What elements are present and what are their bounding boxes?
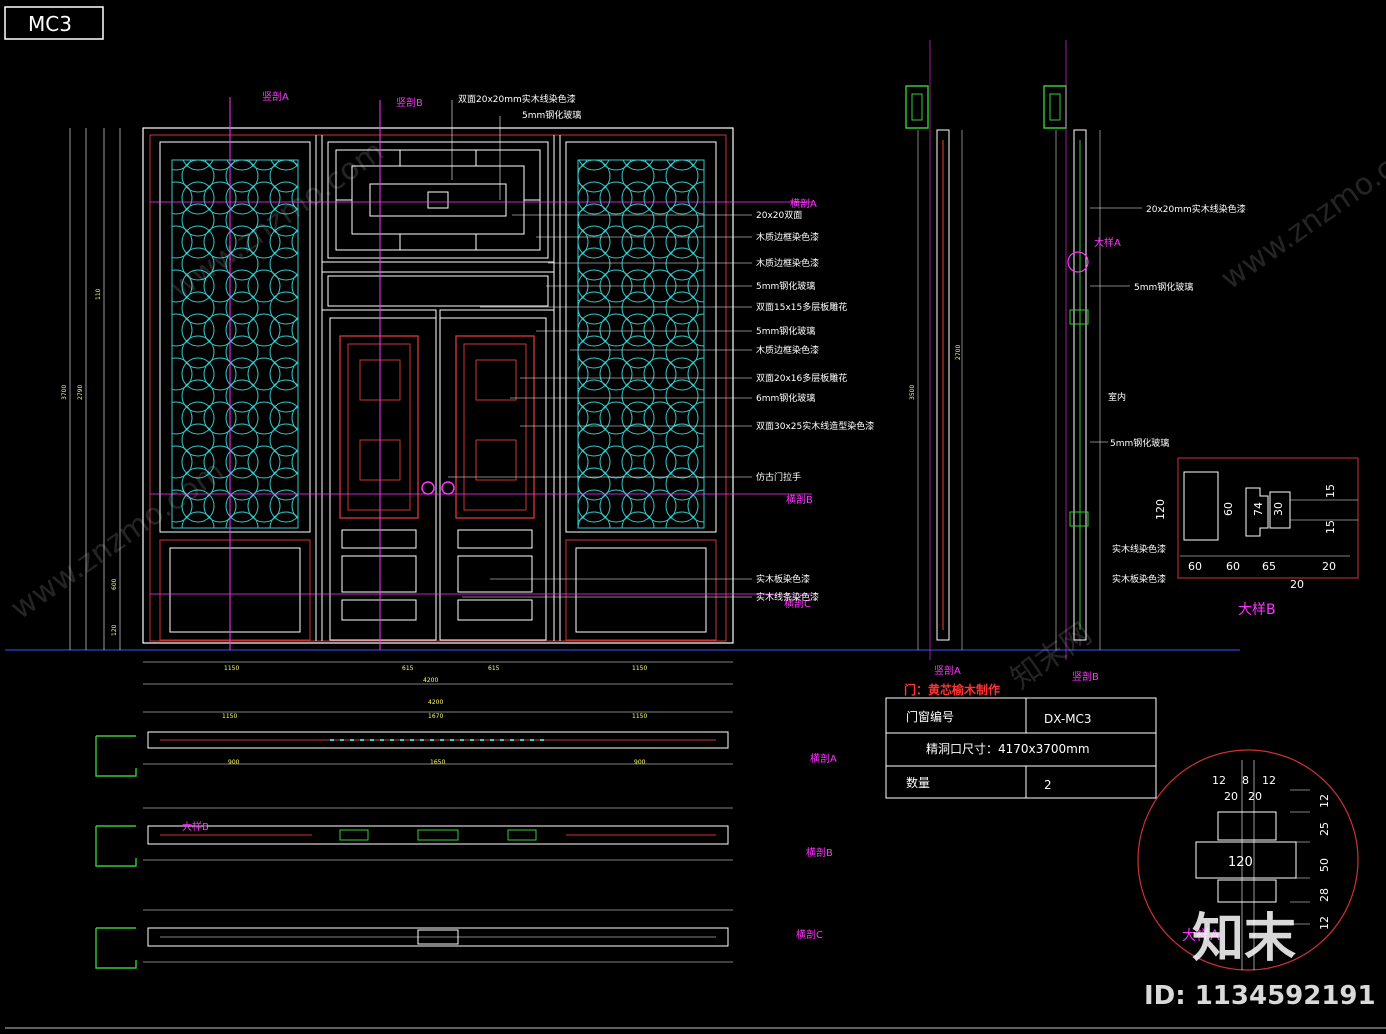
- table-row-2-value: 2: [1044, 778, 1052, 792]
- table-row-1-label: 精洞口尺寸：4170x3700mm: [926, 742, 1090, 756]
- detail-b-dim-mid-2: 30: [1272, 502, 1285, 516]
- detail-a-top2-0: 20: [1224, 790, 1238, 803]
- callout-right-6: 木质边框染色漆: [756, 344, 819, 356]
- dim-overall-width: 4200: [423, 677, 438, 684]
- detail-b-dim-right-1: 15: [1324, 520, 1337, 534]
- callout-right-7: 双面20x16多层板雕花: [756, 372, 847, 384]
- detail-a-center: 120: [1228, 855, 1253, 870]
- dim-left-seg-2: 600: [111, 578, 118, 590]
- sec-glass-2: 5mm钢化玻璃: [1110, 437, 1169, 449]
- callout-right-9: 双面30x25实木线造型染色漆: [756, 420, 874, 432]
- detail-b-dim-bottom2: 20: [1290, 578, 1304, 591]
- mark-horizontal-a: 横剖A: [790, 197, 817, 210]
- dim-seg-0: 1150: [224, 665, 239, 672]
- detail-b-label: 大样B: [1238, 602, 1276, 618]
- detail-a-top2-1: 20: [1248, 790, 1262, 803]
- detail-b-dim-mid-1: 74: [1252, 502, 1265, 516]
- door-handle-right: [441, 481, 455, 495]
- sec-glass-1: 5mm钢化玻璃: [1134, 281, 1193, 293]
- detail-b-dim-right-0: 15: [1324, 484, 1337, 498]
- plan-a-seg2-0: 900: [228, 759, 240, 766]
- mark-horizontal-b: 横剖B: [786, 493, 813, 506]
- callout-right-4: 双面15x15多层板雕花: [756, 301, 847, 313]
- table-row-0-value: DX-MC3: [1044, 712, 1092, 726]
- callout-right-11: 实木板染色漆: [756, 573, 810, 585]
- detail-b-dim-left: 120: [1154, 499, 1167, 520]
- callout-right-1: 木质边框染色漆: [756, 231, 819, 243]
- plan-section-b: [95, 807, 733, 867]
- sec-wood-line: 实木线染色漆: [1112, 543, 1166, 555]
- dim-seg-3: 1150: [632, 665, 647, 672]
- section-b-label: 竖剖B: [1072, 670, 1099, 683]
- vertical-section-b: [1043, 40, 1101, 660]
- sec-detail-a: 大样A: [1094, 236, 1121, 249]
- plan-a-seg-2: 1150: [632, 713, 647, 720]
- vertical-section-a: [905, 40, 963, 660]
- detail-a-top-2: 12: [1262, 774, 1276, 787]
- watermark-brand: 知末网: [1005, 616, 1099, 696]
- detail-b-dim-0: 60: [1188, 560, 1202, 573]
- dim-left-seg-1: 2790: [77, 385, 84, 400]
- dim-left-seg-0: 110: [95, 288, 102, 300]
- detail-a-right-1: 25: [1318, 822, 1331, 836]
- callout-top-1: 5mm钢化玻璃: [522, 109, 581, 121]
- detail-a-right-2: 50: [1318, 858, 1331, 872]
- plan-label-a: 横剖A: [810, 752, 837, 765]
- section-a-label: 竖剖A: [934, 664, 961, 677]
- table-row-0-label: 门窗编号: [906, 709, 954, 724]
- plan-section-a: [95, 711, 733, 777]
- watermark-logo: 知末: [1192, 909, 1296, 969]
- callout-right-12: 实木线条染色漆: [756, 591, 819, 603]
- front-elevation: [142, 97, 812, 650]
- detail-b-dim-mid-0: 60: [1222, 502, 1235, 516]
- plan-section-c: [95, 909, 733, 969]
- callout-right-3: 5mm钢化玻璃: [756, 280, 815, 292]
- sec-glass-frame: 20x20mm实木线染色漆: [1146, 203, 1246, 215]
- table-row-2-label: 数量: [906, 775, 930, 790]
- sec-wood-board: 实木板染色漆: [1112, 573, 1166, 585]
- callout-right-8: 6mm钢化玻璃: [756, 392, 815, 404]
- dim-section-total: 3500: [909, 385, 916, 400]
- dim-left-total: 3700: [61, 385, 68, 400]
- dim-seg-2: 615: [488, 665, 500, 672]
- detail-a-top-1: 8: [1242, 774, 1249, 787]
- cad-drawing: MC3 竖剖A 竖剖B 横剖A 横剖B 横剖C 双面20x20mm实木线染色漆 …: [4, 6, 1386, 1029]
- dim-seg-1: 615: [402, 665, 414, 672]
- material-note: 门：黄芯榆木制作: [904, 682, 1000, 697]
- plan-label-b: 横剖B: [806, 846, 833, 859]
- plan-a-seg-0: 1150: [222, 713, 237, 720]
- plan-a-seg2-1: 1650: [430, 759, 445, 766]
- plan-detail-b-tag: 大样B: [182, 820, 209, 833]
- mark-vertical-a: 竖剖A: [262, 90, 289, 103]
- callout-right-10: 仿古门拉手: [756, 471, 801, 483]
- detail-b-dim-1: 60: [1226, 560, 1240, 573]
- plan-a-overall: 4200: [428, 699, 443, 706]
- plan-label-c: 横剖C: [796, 928, 823, 941]
- sheet-title: MC3: [28, 12, 72, 36]
- plan-a-seg-1: 1670: [428, 713, 443, 720]
- detail-b-dim-2: 65: [1262, 560, 1276, 573]
- detail-a-right-4: 12: [1318, 916, 1331, 930]
- mark-vertical-b: 竖剖B: [396, 96, 423, 109]
- dim-left-seg-3: 120: [111, 624, 118, 636]
- callout-right-5: 5mm钢化玻璃: [756, 325, 815, 337]
- detail-a-top-0: 12: [1212, 774, 1226, 787]
- detail-a-right-3: 28: [1318, 888, 1331, 902]
- detail-b-dim-3: 20: [1322, 560, 1336, 573]
- callout-right-2: 木质边框染色漆: [756, 257, 819, 269]
- door-handle-left: [421, 481, 435, 495]
- sec-indoor: 室内: [1108, 391, 1126, 403]
- plan-a-seg2-2: 900: [634, 759, 646, 766]
- callout-top-0: 双面20x20mm实木线染色漆: [458, 93, 576, 105]
- dim-section-h: 2700: [955, 345, 962, 360]
- detail-a-right-0: 12: [1318, 794, 1331, 808]
- watermark-id: ID: 1134592191: [1144, 981, 1376, 1011]
- callout-right-0: 20x20双面: [756, 210, 802, 221]
